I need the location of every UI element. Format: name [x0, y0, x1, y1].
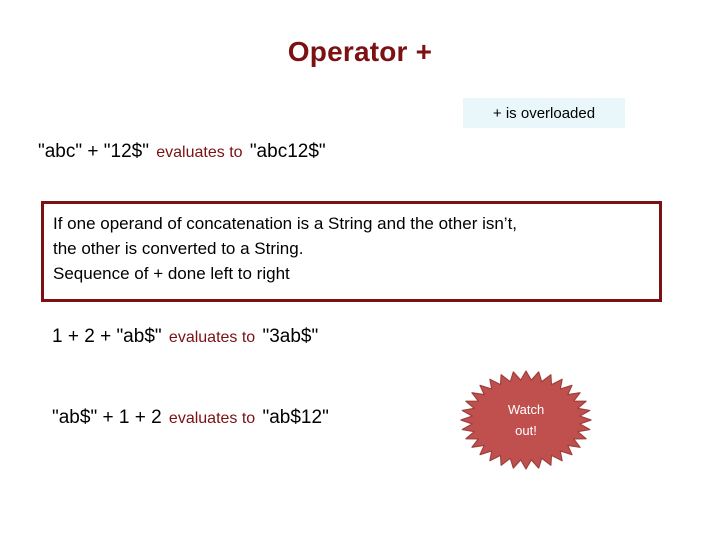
expression-line-3: "ab$" + 1 + 2 evaluates to "ab$12": [52, 408, 329, 427]
rule-line-1: If one operand of concatenation is a Str…: [53, 214, 518, 233]
overloaded-callout: + is overloaded: [463, 98, 625, 128]
starburst-icon: [460, 370, 592, 470]
expression-line-2: 1 + 2 + "ab$" evaluates to "3ab$": [52, 327, 318, 346]
watch-out-starburst: Watch out!: [460, 370, 592, 470]
expression-3-right: "ab$12": [262, 407, 329, 428]
expression-2-left: 1 + 2 + "ab$": [52, 326, 162, 347]
expression-1-right: "abc12$": [249, 141, 326, 162]
slide-canvas: Operator + + is overloaded "abc" + "12$"…: [0, 0, 720, 540]
rule-line-3: Sequence of + done left to right: [53, 264, 290, 283]
expression-1-relation: evaluates to: [156, 144, 243, 161]
expression-1-left: "abc" + "12$": [38, 141, 149, 162]
expression-3-relation: evaluates to: [168, 410, 256, 427]
overloaded-callout-label: + is overloaded: [492, 104, 596, 122]
expression-3-left: "ab$" + 1 + 2: [52, 407, 162, 428]
expression-line-1: "abc" + "12$" evaluates to "abc12$": [38, 142, 326, 161]
expression-2-relation: evaluates to: [168, 329, 256, 346]
page-title: Operator +: [287, 36, 433, 67]
rule-box: If one operand of concatenation is a Str…: [41, 201, 662, 302]
rule-line-2: the other is converted to a String.: [53, 239, 304, 258]
expression-2-right: "3ab$": [262, 326, 319, 347]
